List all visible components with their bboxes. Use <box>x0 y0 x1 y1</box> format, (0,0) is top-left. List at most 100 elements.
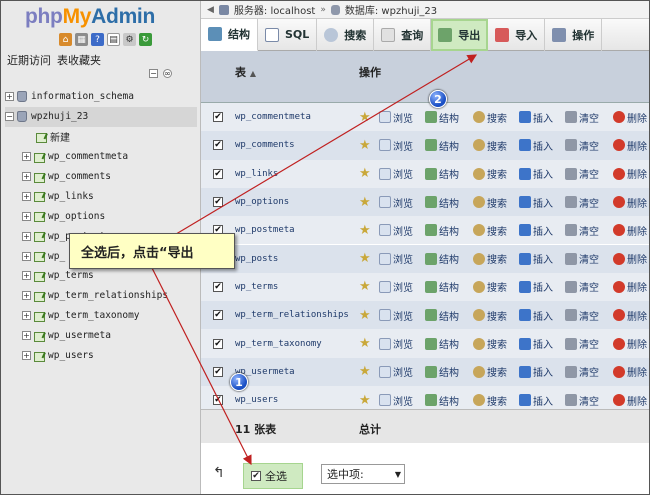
column-table-header[interactable]: 表 ▲ <box>235 64 256 80</box>
empty-link[interactable]: 清空 <box>565 336 599 351</box>
expand-icon[interactable]: + <box>22 291 31 301</box>
table-name-link[interactable]: wp_posts <box>235 254 278 264</box>
search-link[interactable]: 搜索 <box>473 336 507 351</box>
insert-link[interactable]: 插入 <box>519 110 553 125</box>
tab-sql[interactable]: SQL <box>258 18 318 51</box>
search-link[interactable]: 搜索 <box>473 223 507 238</box>
expand-icon[interactable]: + <box>22 351 31 361</box>
tree-table-item[interactable]: + wp_term_taxonomy <box>5 306 197 326</box>
empty-link[interactable]: 清空 <box>565 393 599 408</box>
tab-export[interactable]: 导出 <box>431 18 489 51</box>
empty-link[interactable]: 清空 <box>565 223 599 238</box>
table-name-link[interactable]: wp_users <box>235 395 278 405</box>
breadcrumb-server[interactable]: 服务器: localhost <box>234 2 315 17</box>
structure-link[interactable]: 结构 <box>425 308 459 323</box>
browse-link[interactable]: 浏览 <box>379 166 413 181</box>
browse-link[interactable]: 浏览 <box>379 195 413 210</box>
docs-icon[interactable]: ▤ <box>107 33 120 46</box>
table-name-link[interactable]: wp_term_taxonomy <box>235 339 322 349</box>
browse-link[interactable]: 浏览 <box>379 223 413 238</box>
row-checkbox[interactable]: ✔ <box>213 140 223 151</box>
check-all[interactable]: ✔ 全选 <box>243 463 303 489</box>
tree-db-current[interactable]: − wpzhuji_23 <box>5 106 197 127</box>
insert-link[interactable]: 插入 <box>519 364 553 379</box>
tree-db-information-schema[interactable]: + information_schema <box>5 87 197 107</box>
search-link[interactable]: 搜索 <box>473 279 507 294</box>
browse-link[interactable]: 浏览 <box>379 279 413 294</box>
drop-link[interactable]: 删除 <box>613 308 647 323</box>
structure-link[interactable]: 结构 <box>425 138 459 153</box>
empty-link[interactable]: 清空 <box>565 138 599 153</box>
favorite-star-icon[interactable]: ★ <box>359 251 371 266</box>
structure-link[interactable]: 结构 <box>425 336 459 351</box>
insert-link[interactable]: 插入 <box>519 223 553 238</box>
drop-link[interactable]: 删除 <box>613 364 647 379</box>
drop-link[interactable]: 删除 <box>613 251 647 266</box>
table-name-link[interactable]: wp_postmeta <box>235 225 295 235</box>
expand-icon[interactable]: + <box>22 152 31 162</box>
favorite-star-icon[interactable]: ★ <box>359 308 371 323</box>
drop-link[interactable]: 删除 <box>613 223 647 238</box>
favorite-star-icon[interactable]: ★ <box>359 279 371 294</box>
expand-icon[interactable]: + <box>22 211 31 221</box>
empty-link[interactable]: 清空 <box>565 251 599 266</box>
table-name-link[interactable]: wp_options <box>235 197 289 207</box>
empty-link[interactable]: 清空 <box>565 308 599 323</box>
empty-link[interactable]: 清空 <box>565 279 599 294</box>
settings-icon[interactable]: ⚙ <box>123 33 136 46</box>
expand-icon[interactable]: + <box>22 191 31 201</box>
browse-link[interactable]: 浏览 <box>379 336 413 351</box>
row-checkbox[interactable]: ✔ <box>213 168 223 179</box>
row-checkbox[interactable]: ✔ <box>213 112 223 123</box>
search-link[interactable]: 搜索 <box>473 166 507 181</box>
table-name-link[interactable]: wp_term_relationships <box>235 310 349 320</box>
tree-table-item[interactable]: + wp_comments <box>5 167 197 187</box>
browse-link[interactable]: 浏览 <box>379 138 413 153</box>
drop-link[interactable]: 删除 <box>613 138 647 153</box>
structure-link[interactable]: 结构 <box>425 195 459 210</box>
favorite-star-icon[interactable]: ★ <box>359 110 371 125</box>
tree-table-item[interactable]: + wp_usermeta <box>5 326 197 346</box>
breadcrumb-database[interactable]: 数据库: wpzhuji_23 <box>345 2 437 17</box>
tree-table-item[interactable]: + wp_users <box>5 346 197 366</box>
phpmyadmin-logo[interactable]: phpMyAdmin <box>25 5 155 29</box>
table-name-link[interactable]: wp_comments <box>235 140 295 150</box>
search-link[interactable]: 搜索 <box>473 393 507 408</box>
browse-link[interactable]: 浏览 <box>379 364 413 379</box>
table-name-link[interactable]: wp_links <box>235 169 278 179</box>
insert-link[interactable]: 插入 <box>519 195 553 210</box>
tab-structure[interactable]: 结构 <box>201 18 258 51</box>
search-link[interactable]: 搜索 <box>473 364 507 379</box>
tab-search[interactable]: 搜索 <box>317 18 375 51</box>
browse-link[interactable]: 浏览 <box>379 393 413 408</box>
tree-table-item[interactable]: + wp_term_relationships <box>5 286 197 306</box>
tab-query[interactable]: 查询 <box>374 18 432 51</box>
row-checkbox[interactable]: ✔ <box>213 395 223 406</box>
insert-link[interactable]: 插入 <box>519 251 553 266</box>
expand-icon[interactable]: + <box>22 231 31 241</box>
expand-icon[interactable]: + <box>22 251 31 261</box>
empty-link[interactable]: 清空 <box>565 195 599 210</box>
check-all-checkbox[interactable]: ✔ <box>251 471 261 481</box>
favorite-star-icon[interactable]: ★ <box>359 195 371 210</box>
recent-link[interactable]: 近期访问 <box>7 52 51 68</box>
structure-link[interactable]: 结构 <box>425 223 459 238</box>
row-checkbox[interactable]: ✔ <box>213 338 223 349</box>
structure-link[interactable]: 结构 <box>425 251 459 266</box>
search-link[interactable]: 搜索 <box>473 195 507 210</box>
drop-link[interactable]: 删除 <box>613 166 647 181</box>
logout-icon[interactable]: ▦ <box>75 33 88 46</box>
row-checkbox[interactable]: ✔ <box>213 310 223 321</box>
empty-link[interactable]: 清空 <box>565 166 599 181</box>
tab-import[interactable]: 导入 <box>488 18 546 51</box>
expand-icon[interactable]: + <box>22 172 31 181</box>
search-link[interactable]: 搜索 <box>473 138 507 153</box>
table-name-link[interactable]: wp_terms <box>235 282 278 292</box>
favorite-star-icon[interactable]: ★ <box>359 223 371 238</box>
structure-link[interactable]: 结构 <box>425 166 459 181</box>
collapse-arrow-icon[interactable]: ◀ <box>207 5 214 15</box>
search-link[interactable]: 搜索 <box>473 110 507 125</box>
search-link[interactable]: 搜索 <box>473 308 507 323</box>
expand-icon[interactable]: + <box>5 92 14 102</box>
favorites-link[interactable]: 表收藏夹 <box>57 52 101 68</box>
